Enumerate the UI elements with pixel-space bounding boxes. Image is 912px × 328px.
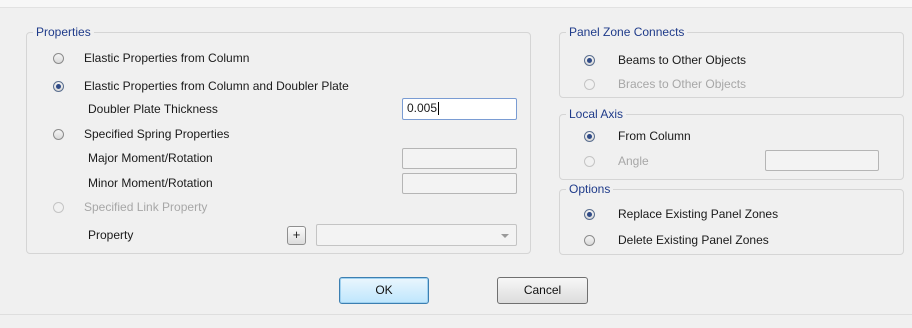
options-legend: Options (566, 181, 614, 197)
beams-label: Beams to Other Objects (618, 53, 747, 67)
title-strip (0, 0, 912, 8)
local-axis-legend: Local Axis (566, 106, 627, 122)
radio-button-disabled-icon[interactable] (53, 201, 64, 213)
doubler-thickness-input[interactable]: 0.005 (402, 98, 517, 120)
major-moment-input[interactable] (402, 148, 517, 169)
radio-button-selected-icon[interactable] (584, 208, 595, 220)
radio-angle[interactable]: Angle (584, 153, 649, 169)
spring-label: Specified Spring Properties (84, 127, 230, 141)
radio-elastic-column[interactable]: Elastic Properties from Column (53, 50, 249, 66)
radio-button-disabled-icon[interactable] (584, 155, 595, 167)
radio-button-icon[interactable] (53, 128, 64, 140)
radio-button-selected-icon[interactable] (584, 130, 595, 142)
cancel-button[interactable]: Cancel (497, 277, 588, 304)
panel-zone-connects-legend: Panel Zone Connects (566, 24, 688, 40)
elastic-column-label: Elastic Properties from Column (84, 51, 250, 65)
property-label: Property (88, 228, 134, 242)
radio-elastic-doubler[interactable]: Elastic Properties from Column and Doubl… (53, 78, 349, 94)
chevron-down-icon (501, 234, 509, 238)
radio-delete[interactable]: Delete Existing Panel Zones (584, 232, 769, 248)
ok-button[interactable]: OK (339, 277, 429, 304)
radio-braces[interactable]: Braces to Other Objects (584, 76, 746, 92)
link-label: Specified Link Property (84, 200, 208, 214)
elastic-doubler-label: Elastic Properties from Column and Doubl… (84, 79, 349, 93)
radio-button-icon[interactable] (53, 52, 64, 64)
replace-label: Replace Existing Panel Zones (618, 207, 779, 221)
minor-moment-input[interactable] (402, 173, 517, 194)
radio-replace[interactable]: Replace Existing Panel Zones (584, 206, 778, 222)
doubler-thickness-value: 0.005 (407, 101, 438, 115)
radio-button-selected-icon[interactable] (53, 80, 64, 92)
assign-panel-zone-dialog: Properties Elastic Properties from Colum… (0, 0, 912, 328)
radio-spring[interactable]: Specified Spring Properties (53, 126, 229, 142)
radio-from-column[interactable]: From Column (584, 128, 691, 144)
properties-legend: Properties (33, 24, 94, 40)
major-moment-label: Major Moment/Rotation (88, 151, 213, 165)
minor-moment-label: Minor Moment/Rotation (88, 176, 213, 190)
property-dropdown[interactable] (316, 224, 517, 246)
cancel-button-label: Cancel (523, 283, 562, 297)
radio-button-icon[interactable] (584, 234, 595, 246)
radio-beams[interactable]: Beams to Other Objects (584, 52, 746, 68)
angle-label: Angle (618, 154, 649, 168)
divider (0, 314, 912, 315)
angle-input[interactable] (765, 150, 879, 171)
radio-button-selected-icon[interactable] (584, 54, 595, 66)
braces-label: Braces to Other Objects (618, 77, 747, 91)
text-caret (438, 102, 440, 115)
ok-button-label: OK (375, 283, 393, 297)
from-column-label: From Column (618, 129, 691, 143)
radio-link[interactable]: Specified Link Property (53, 199, 207, 215)
add-property-button[interactable]: + (287, 226, 306, 245)
radio-button-disabled-icon[interactable] (584, 78, 595, 90)
plus-icon: + (292, 227, 301, 242)
delete-label: Delete Existing Panel Zones (618, 233, 769, 247)
doubler-thickness-label: Doubler Plate Thickness (88, 102, 218, 116)
